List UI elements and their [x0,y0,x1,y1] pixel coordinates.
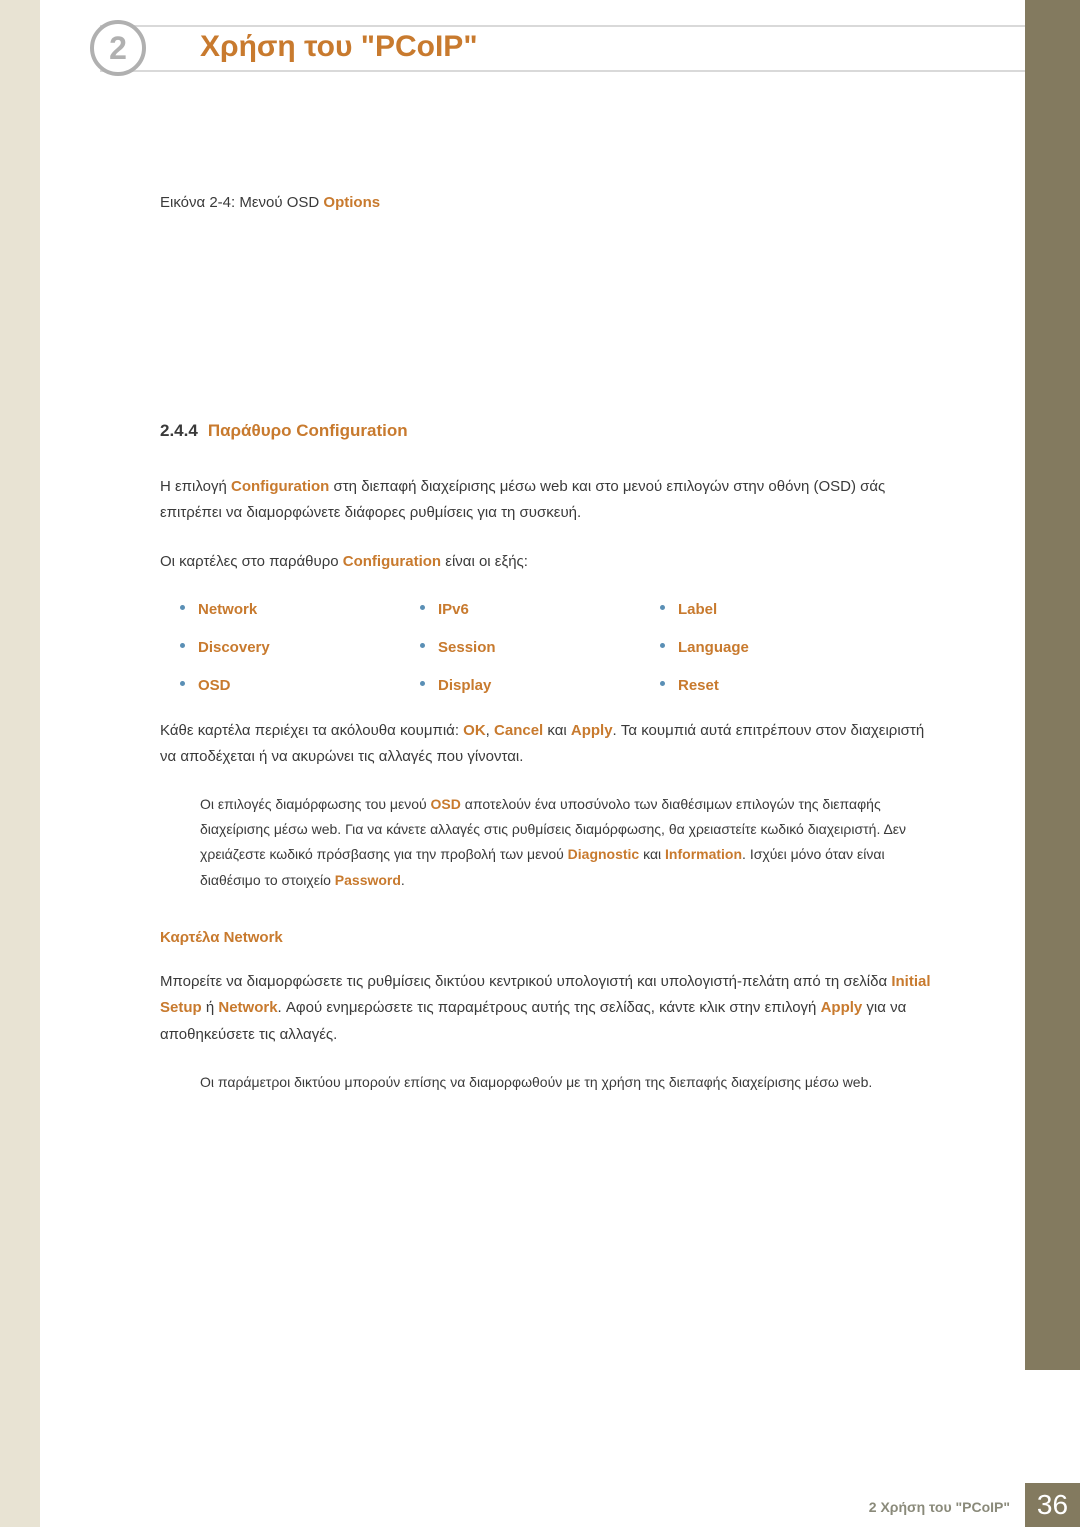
tab-osd: OSD [180,673,360,699]
footer-chapter-label: 2 Χρήση του "PCoIP" [869,1499,1010,1515]
tab-label: Label [660,597,840,623]
buttons-text-2: και [543,722,571,739]
tab-language: Language [660,635,840,661]
tabs-intro-paragraph: Οι καρτέλες στο παράθυρο Configuration ε… [160,549,940,575]
buttons-hl-apply: Apply [571,722,613,739]
network-hl-apply: Apply [821,999,863,1016]
tab-session: Session [420,635,600,661]
subsection-heading-network: Καρτέλα Network [160,925,940,951]
network-text-2: ή [202,999,219,1016]
note1-hl-osd: OSD [431,796,461,812]
tabs-intro-text-2: είναι οι εξής: [441,553,528,570]
tab-ipv6: IPv6 [420,597,600,623]
network-hl-network: Network [218,999,277,1016]
intro-highlight-1: Configuration [231,478,329,495]
tab-reset: Reset [660,673,840,699]
header-rule-top [100,25,1025,27]
tabs-intro-highlight: Configuration [343,553,441,570]
tabs-list: Network IPv6 Label Discovery Session Lan… [180,597,940,700]
right-decorative-stripe [1025,0,1080,1370]
buttons-paragraph: Κάθε καρτέλα περιέχει τα ακόλουθα κουμπι… [160,718,940,771]
note1-hl-password: Password [335,872,401,888]
network-paragraph: Μπορείτε να διαμορφώσετε τις ρυθμίσεις δ… [160,969,940,1048]
buttons-sep-1: , [486,722,494,739]
figure-caption-text: Εικόνα 2-4: Μενού OSD [160,194,323,211]
intro-paragraph: Η επιλογή Configuration στη διεπαφή διαχ… [160,474,940,527]
network-text-3: . Αφού ενημερώσετε τις παραμέτρους αυτής… [278,999,821,1016]
note2-text: Οι παράμετροι δικτύου μπορούν επίσης να … [200,1074,872,1090]
main-content: Εικόνα 2-4: Μενού OSD Options 2.4.4 Παράθ… [160,190,940,1127]
tab-display: Display [420,673,600,699]
section-heading: 2.4.4 Παράθυρο Configuration [160,416,940,446]
footer-page-number: 36 [1025,1483,1080,1527]
tab-network: Network [180,597,360,623]
note1-text-5: . [401,872,405,888]
tab-discovery: Discovery [180,635,360,661]
page-footer: 2 Χρήση του "PCoIP" 36 [0,1483,1080,1527]
chapter-number-badge: 2 [90,20,146,76]
buttons-hl-ok: OK [463,722,486,739]
intro-text-1: Η επιλογή [160,478,231,495]
note-osd-subset: Οι επιλογές διαμόρφωσης του μενού OSD απ… [200,792,940,893]
figure-caption: Εικόνα 2-4: Μενού OSD Options [160,190,940,216]
buttons-hl-cancel: Cancel [494,722,543,739]
note1-text-1: Οι επιλογές διαμόρφωσης του μενού [200,796,431,812]
left-decorative-stripe [0,0,40,1527]
note1-hl-diagnostic: Diagnostic [568,846,640,862]
section-title: Παράθυρο Configuration [208,421,408,440]
note1-hl-information: Information [665,846,742,862]
note1-text-3: και [639,846,665,862]
note-network-web: Οι παράμετροι δικτύου μπορούν επίσης να … [200,1070,940,1095]
page-title: Χρήση του "PCoIP" [190,30,488,64]
section-number: 2.4.4 [160,421,198,440]
figure-caption-highlight: Options [323,194,380,211]
network-text-1: Μπορείτε να διαμορφώσετε τις ρυθμίσεις δ… [160,973,891,990]
buttons-text-1: Κάθε καρτέλα περιέχει τα ακόλουθα κουμπι… [160,722,463,739]
tabs-intro-text-1: Οι καρτέλες στο παράθυρο [160,553,343,570]
header-rule-bottom [100,70,1025,72]
